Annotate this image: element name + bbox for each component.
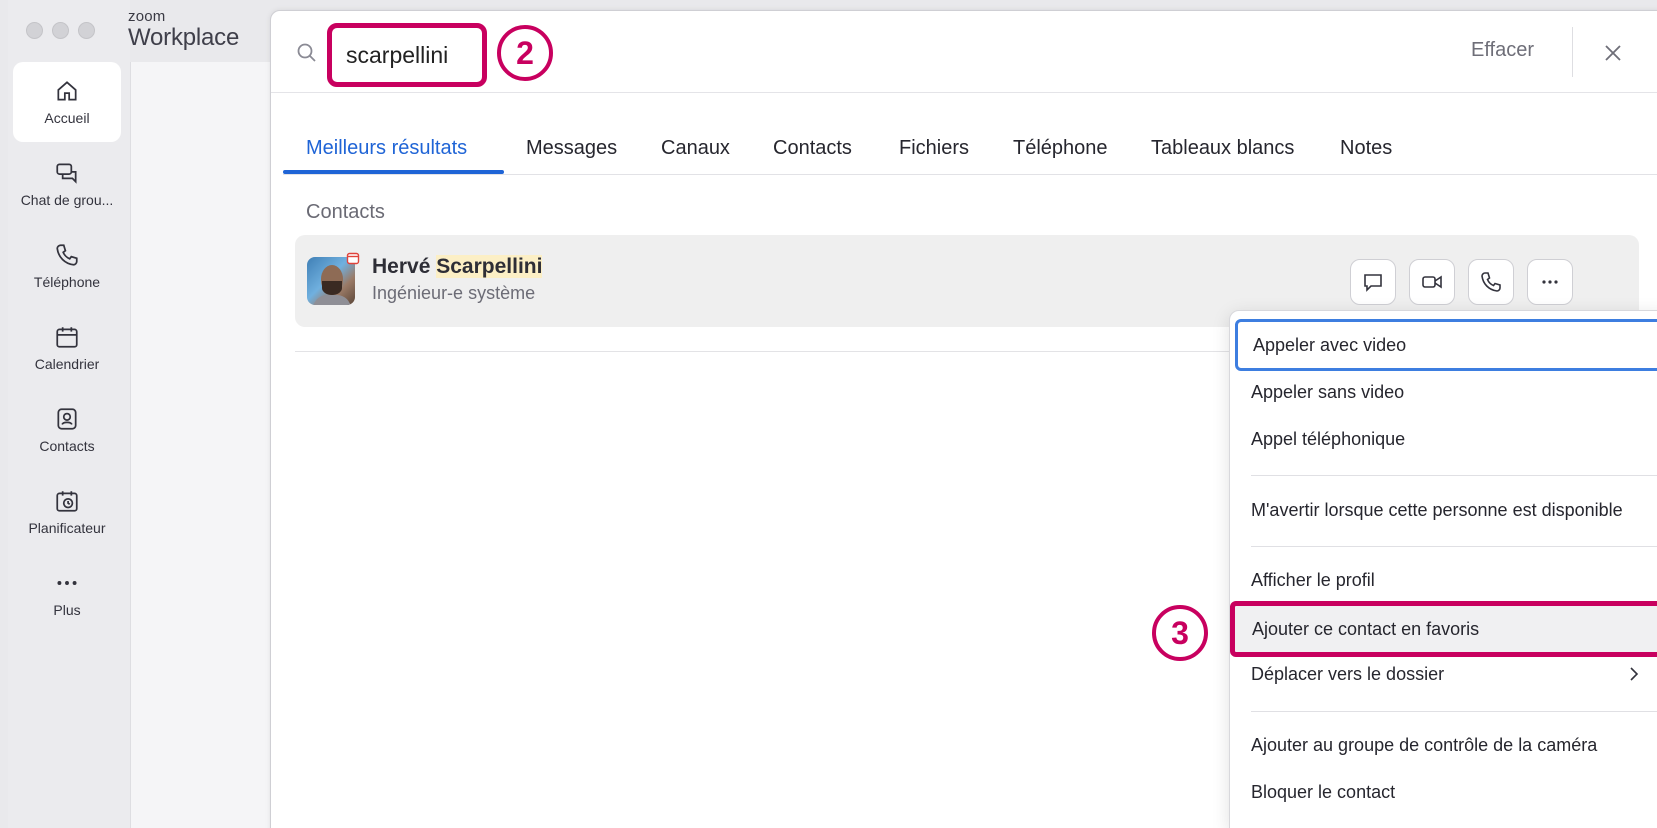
nav-label: Contacts: [39, 438, 95, 454]
menu-item-block-contact[interactable]: Bloquer le contact: [1230, 769, 1657, 816]
close-icon[interactable]: [1601, 41, 1625, 65]
nav-item-telephone[interactable]: Téléphone: [13, 226, 121, 306]
nav-label: Plus: [53, 602, 81, 618]
menu-separator: [1251, 475, 1657, 476]
nav-label: Téléphone: [33, 274, 101, 290]
nav-label: Planificateur: [28, 520, 106, 536]
menu-item-call-video[interactable]: Appeler avec video: [1235, 319, 1657, 371]
nav-item-plus[interactable]: Plus: [13, 554, 121, 634]
tab-messages[interactable]: Messages: [526, 137, 617, 160]
nav-label: Chat de grou...: [20, 192, 114, 208]
chevron-right-icon: [1630, 667, 1639, 681]
tab-canaux[interactable]: Canaux: [661, 137, 730, 160]
tab-telephone[interactable]: Téléphone: [1013, 137, 1108, 160]
video-camera-icon: [1422, 275, 1442, 289]
video-call-button[interactable]: [1409, 259, 1455, 305]
menu-item-notify-available[interactable]: M'avertir lorsque cette personne est dis…: [1230, 487, 1657, 534]
chat-button[interactable]: [1350, 259, 1396, 305]
clear-button[interactable]: Effacer: [1471, 39, 1534, 62]
more-icon: [57, 581, 77, 585]
tab-tableaux-blancs[interactable]: Tableaux blancs: [1151, 137, 1294, 160]
tab-fichiers[interactable]: Fichiers: [899, 137, 969, 160]
window-minimize-button[interactable]: [52, 22, 69, 39]
secondary-panel: [130, 62, 270, 828]
nav-item-planificateur[interactable]: Planificateur: [13, 472, 121, 552]
tab-meilleurs-resultats[interactable]: Meilleurs résultats: [306, 137, 467, 160]
menu-item-view-profile[interactable]: Afficher le profil: [1230, 557, 1657, 604]
contact-role: Ingénieur-e système: [372, 283, 536, 303]
phone-call-button[interactable]: [1468, 259, 1514, 305]
main-navigation: Accueil Chat de grou... Téléphone Calend…: [13, 62, 135, 636]
tab-notes[interactable]: Notes: [1340, 137, 1392, 160]
home-icon: [57, 81, 77, 101]
menu-item-add-camera-group[interactable]: Ajouter au groupe de contrôle de la camé…: [1230, 722, 1657, 769]
result-tabs: Meilleurs résultats Messages Canaux Cont…: [283, 123, 1657, 175]
calendar-status-icon: [346, 252, 360, 265]
step-callout-3: 3: [1152, 605, 1208, 661]
active-tab-indicator: [283, 170, 504, 174]
nav-label: Accueil: [44, 110, 90, 126]
phone-icon: [1481, 272, 1501, 292]
contact-last-name-highlight: Scarpellini: [436, 255, 543, 278]
menu-item-label: Déplacer vers le dossier: [1251, 664, 1445, 684]
contact-first-name: Hervé: [372, 255, 431, 278]
window-close-button[interactable]: [26, 22, 43, 39]
toolbar-divider: [1572, 27, 1573, 77]
contact-context-menu: Appeler avec video Appeler sans video Ap…: [1229, 310, 1657, 828]
scheduler-icon: [56, 491, 78, 512]
brand-logo-small: zoom: [128, 8, 166, 25]
menu-item-call-no-video[interactable]: Appeler sans video: [1230, 369, 1657, 416]
step-callout-2: 2: [497, 25, 553, 81]
menu-separator: [1251, 546, 1657, 547]
more-options-button[interactable]: [1527, 259, 1573, 305]
nav-label: Calendrier: [34, 356, 100, 372]
menu-item-phone-call[interactable]: Appel téléphonique: [1230, 416, 1657, 463]
contact-name: Hervé Scarpellini: [372, 255, 543, 279]
chat-bubble-icon: [1364, 274, 1382, 292]
window-zoom-button[interactable]: [78, 22, 95, 39]
chat-icon: [56, 163, 77, 184]
search-input[interactable]: scarpellini: [327, 23, 487, 87]
section-title: Contacts: [306, 201, 385, 223]
calendar-icon: [56, 327, 78, 348]
menu-item-move-to-folder[interactable]: Déplacer vers le dossier: [1230, 651, 1657, 698]
menu-item-add-favorite[interactable]: Ajouter ce contact en favoris: [1230, 601, 1657, 657]
more-icon: [1542, 280, 1558, 284]
nav-item-chat[interactable]: Chat de grou...: [13, 144, 121, 224]
tab-contacts[interactable]: Contacts: [773, 137, 852, 160]
phone-icon: [56, 244, 78, 266]
nav-item-contacts[interactable]: Contacts: [13, 390, 121, 470]
search-icon: [297, 43, 316, 62]
contacts-icon: [57, 408, 77, 430]
brand-logo: Workplace: [128, 24, 240, 51]
nav-item-accueil[interactable]: Accueil: [13, 62, 121, 142]
nav-item-calendrier[interactable]: Calendrier: [13, 308, 121, 388]
menu-separator: [1251, 711, 1657, 712]
search-bar: scarpellini 2 Effacer: [271, 11, 1657, 93]
